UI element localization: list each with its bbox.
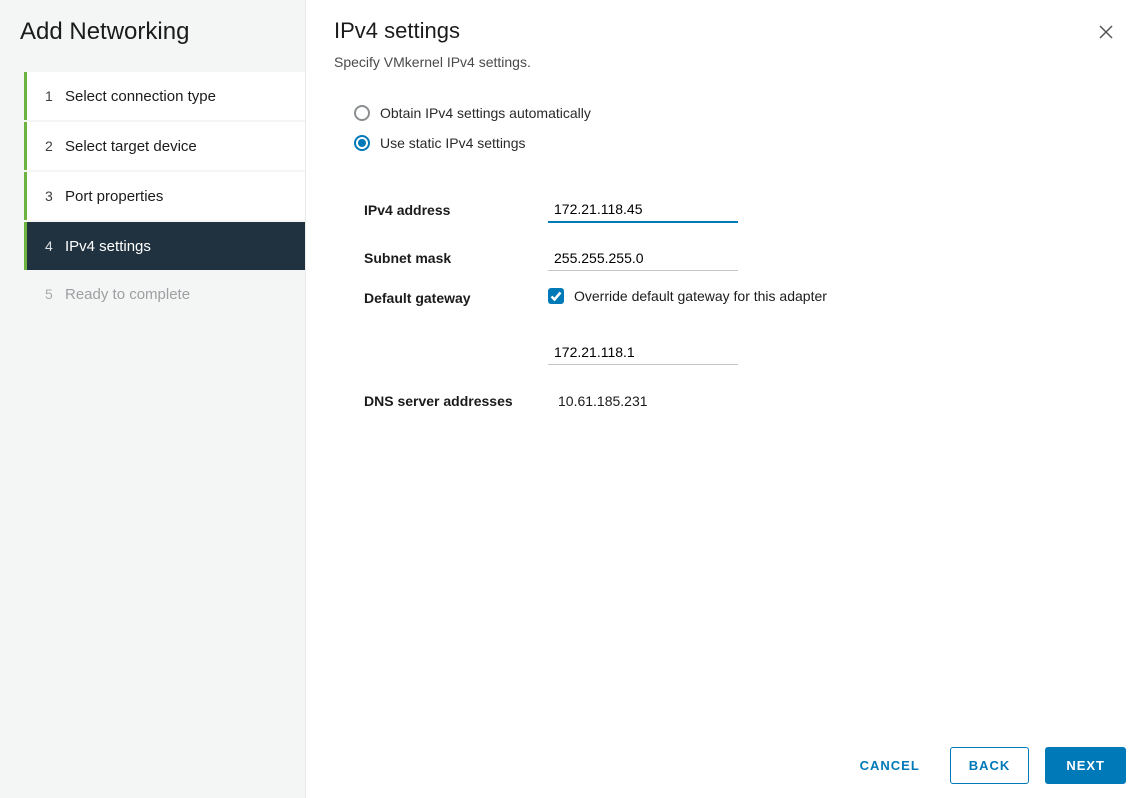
step-num: 1 bbox=[45, 88, 65, 104]
panel-subtitle: Specify VMkernel IPv4 settings. bbox=[334, 54, 1108, 70]
step-label: Select target device bbox=[65, 138, 305, 155]
radio-label: Use static IPv4 settings bbox=[380, 135, 526, 151]
wizard-title: Add Networking bbox=[0, 18, 305, 64]
back-button[interactable]: BACK bbox=[950, 747, 1030, 784]
close-icon bbox=[1098, 24, 1114, 40]
checkbox-checked-icon bbox=[548, 288, 564, 304]
step-label: Port properties bbox=[65, 188, 305, 205]
override-gateway-label: Override default gateway for this adapte… bbox=[574, 288, 827, 304]
radio-label: Obtain IPv4 settings automatically bbox=[380, 105, 591, 121]
step-label: IPv4 settings bbox=[65, 238, 305, 255]
wizard-footer: CANCEL BACK NEXT bbox=[846, 747, 1126, 784]
radio-auto[interactable]: Obtain IPv4 settings automatically bbox=[354, 98, 1108, 128]
ipv4-address-input[interactable] bbox=[548, 197, 738, 223]
step-num: 2 bbox=[45, 138, 65, 154]
dns-value: 10.61.185.231 bbox=[548, 393, 648, 409]
next-button[interactable]: NEXT bbox=[1045, 747, 1126, 784]
step-label: Select connection type bbox=[65, 88, 305, 105]
panel-title: IPv4 settings bbox=[334, 18, 1108, 44]
subnet-mask-label: Subnet mask bbox=[364, 250, 548, 266]
cancel-button[interactable]: CANCEL bbox=[846, 748, 934, 783]
radio-icon bbox=[354, 105, 370, 121]
default-gateway-label: Default gateway bbox=[364, 288, 548, 306]
gateway-input[interactable] bbox=[548, 340, 738, 365]
step-num: 5 bbox=[45, 286, 65, 302]
static-ipv4-form: IPv4 address Subnet mask Default gateway… bbox=[364, 186, 1108, 425]
override-gateway-checkbox[interactable]: Override default gateway for this adapte… bbox=[548, 288, 827, 304]
step-1[interactable]: 1 Select connection type bbox=[24, 72, 305, 120]
close-button[interactable] bbox=[1098, 24, 1122, 48]
radio-icon bbox=[354, 135, 370, 151]
main-panel: IPv4 settings Specify VMkernel IPv4 sett… bbox=[306, 0, 1136, 798]
step-3[interactable]: 3 Port properties bbox=[24, 172, 305, 220]
step-5: 5 Ready to complete bbox=[24, 270, 305, 318]
step-2[interactable]: 2 Select target device bbox=[24, 122, 305, 170]
step-label: Ready to complete bbox=[65, 286, 305, 303]
ipv4-address-label: IPv4 address bbox=[364, 202, 548, 218]
wizard-sidebar: Add Networking 1 Select connection type … bbox=[0, 0, 306, 798]
ipv4-mode-radios: Obtain IPv4 settings automatically Use s… bbox=[354, 98, 1108, 158]
wizard-steps: 1 Select connection type 2 Select target… bbox=[24, 72, 305, 318]
step-4[interactable]: 4 IPv4 settings bbox=[24, 222, 305, 270]
subnet-mask-input[interactable] bbox=[548, 246, 738, 271]
step-num: 3 bbox=[45, 188, 65, 204]
dns-label: DNS server addresses bbox=[364, 393, 548, 409]
step-num: 4 bbox=[45, 238, 65, 254]
radio-static[interactable]: Use static IPv4 settings bbox=[354, 128, 1108, 158]
